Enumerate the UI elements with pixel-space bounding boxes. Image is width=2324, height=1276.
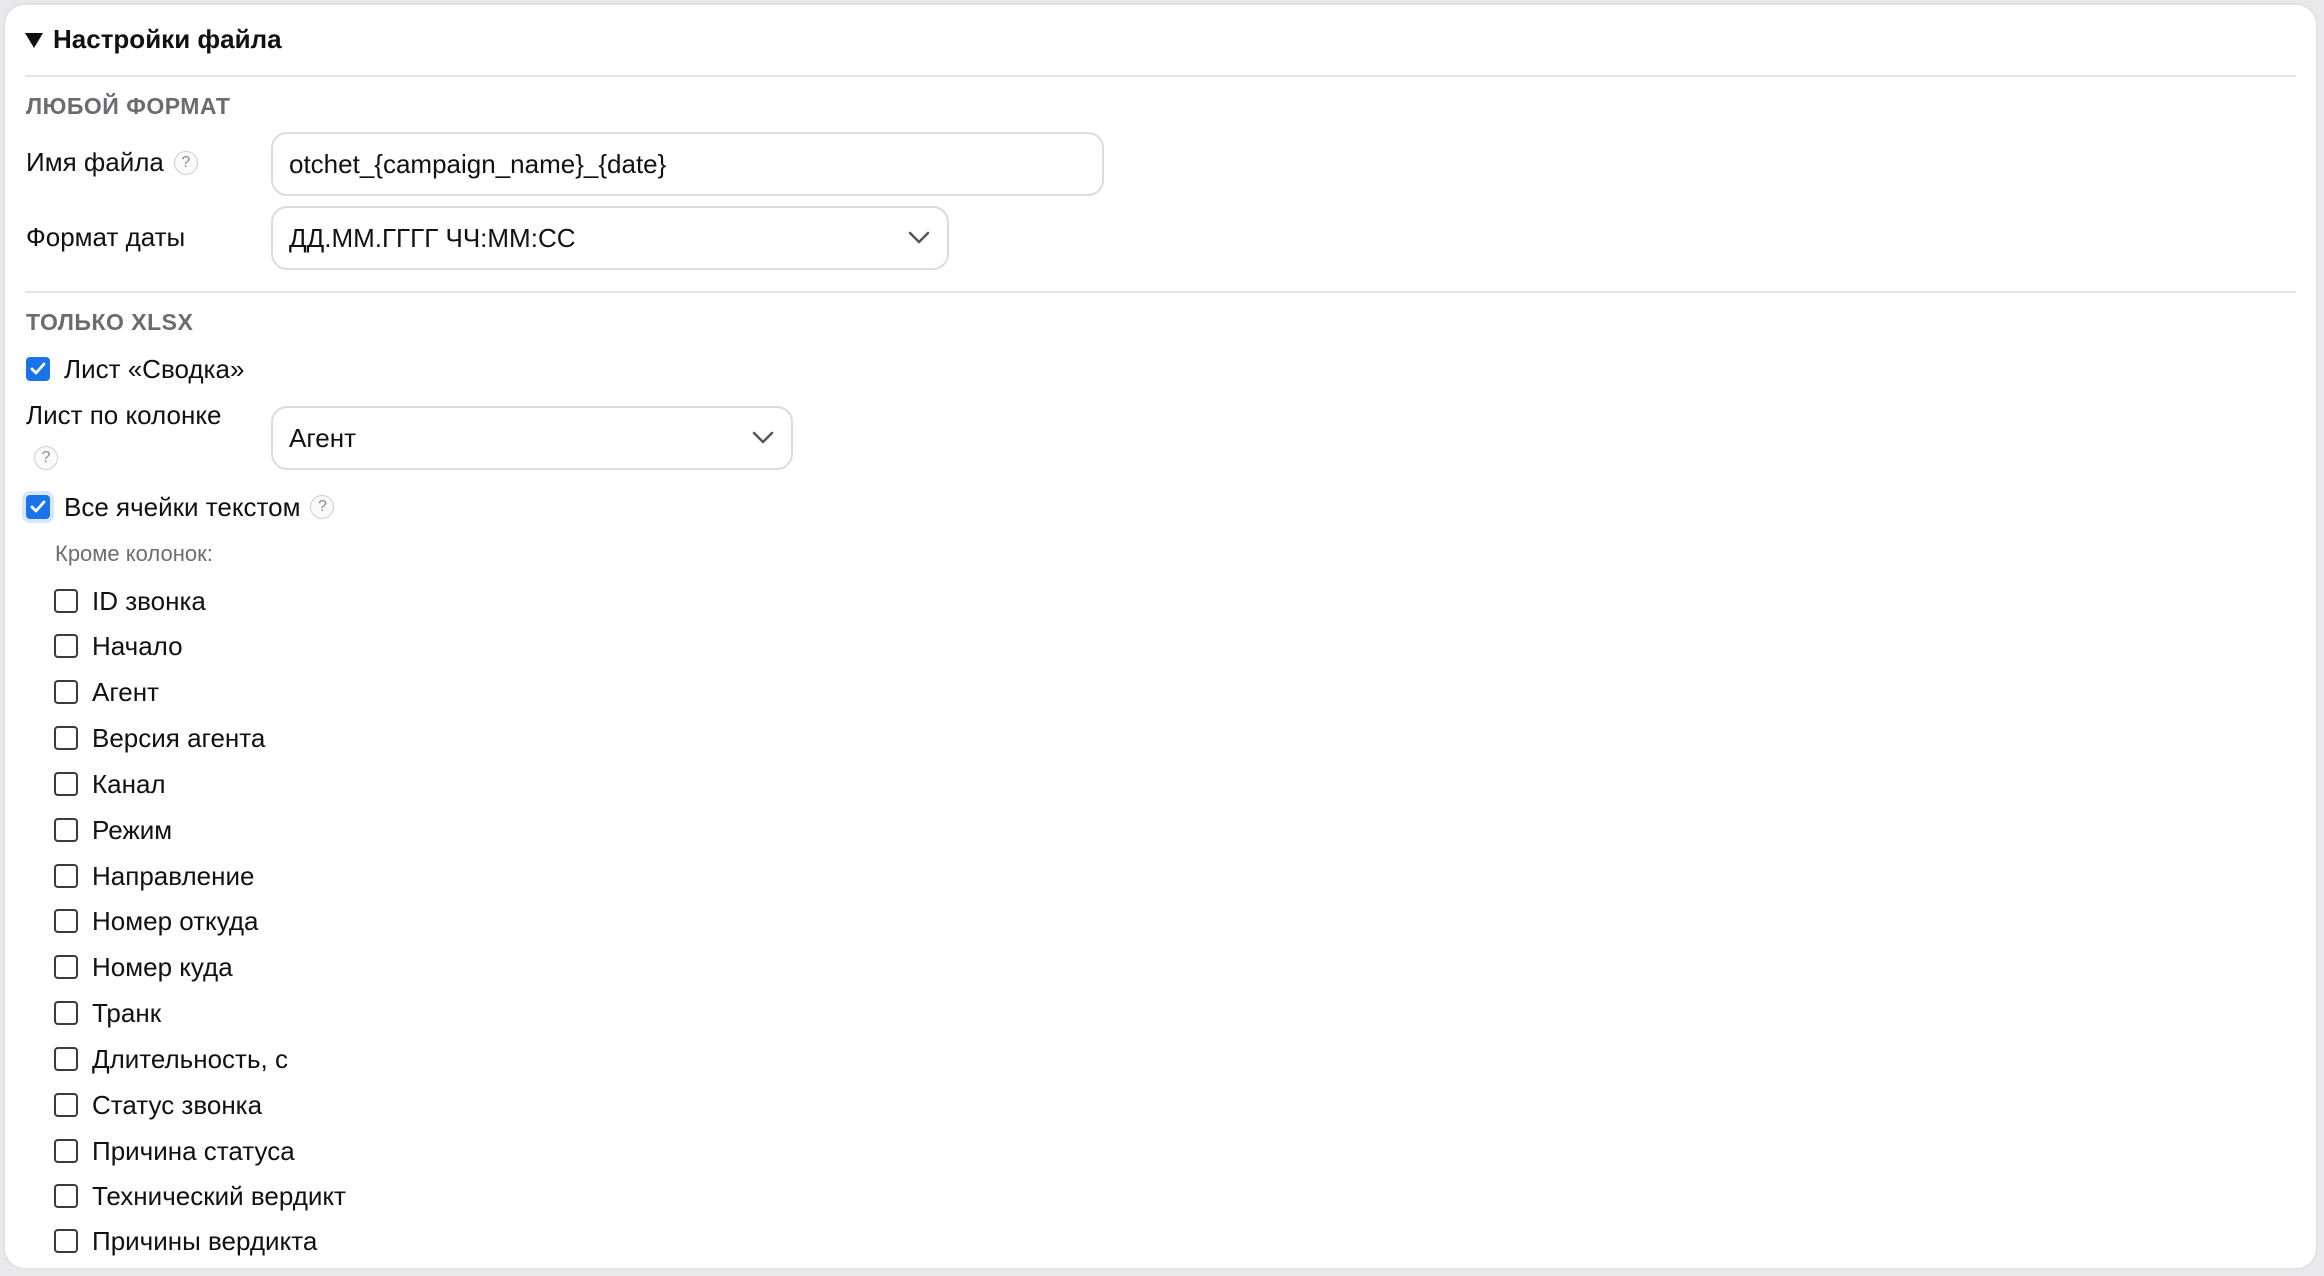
sheet-by-column-label: Лист по колонке: [26, 400, 221, 431]
column-option[interactable]: Агент: [54, 672, 159, 712]
section-title-xlsx-only: ТОЛЬКО XLSX: [26, 309, 194, 335]
column-option[interactable]: Начало: [54, 626, 183, 666]
filename-label: Имя файла ?: [26, 147, 198, 178]
column-label: Направление: [92, 860, 255, 891]
file-settings-toggle[interactable]: Настройки файла: [25, 19, 282, 59]
column-option[interactable]: Причина статуса: [54, 1131, 295, 1171]
divider: [25, 291, 2296, 293]
sheet-by-column-help-icon[interactable]: ?: [34, 446, 58, 470]
date-format-label-text: Формат даты: [26, 222, 186, 252]
file-settings-title: Настройки файла: [53, 23, 282, 54]
column-option[interactable]: Причины вердикта: [54, 1221, 317, 1261]
column-checkbox[interactable]: [54, 772, 78, 796]
column-option[interactable]: Версия агента: [54, 718, 265, 758]
summary-sheet-checkbox[interactable]: [26, 357, 50, 381]
date-format-select[interactable]: ДД.ММ.ГГГГ ЧЧ:ММ:СС: [271, 206, 949, 270]
column-checkbox[interactable]: [54, 909, 78, 933]
column-option[interactable]: Технический вердикт: [54, 1176, 346, 1216]
column-checkbox[interactable]: [54, 1047, 78, 1071]
column-checkbox[interactable]: [54, 1139, 78, 1163]
sheet-by-column-select[interactable]: Агент: [271, 406, 793, 470]
column-label: Причины вердикта: [92, 1225, 318, 1256]
sheet-by-column-value: Агент: [289, 422, 356, 453]
column-checkbox[interactable]: [54, 634, 78, 658]
column-option[interactable]: Номер куда: [54, 947, 233, 987]
summary-sheet-label: Лист «Сводка»: [64, 353, 245, 384]
filename-label-text: Имя файла: [26, 147, 164, 177]
all-text-help-icon[interactable]: ?: [310, 495, 335, 519]
filename-help-icon[interactable]: ?: [173, 150, 198, 175]
chevron-down-icon: [751, 426, 775, 450]
column-label: Длительность, с: [92, 1043, 288, 1074]
column-label: Номер куда: [92, 951, 233, 982]
all-text-checkbox[interactable]: [26, 495, 50, 519]
chevron-down-icon: [907, 226, 931, 250]
column-label: Канал: [92, 768, 166, 799]
column-label: Причина статуса: [92, 1135, 295, 1166]
column-checkbox[interactable]: [54, 1093, 78, 1117]
date-format-label: Формат даты: [26, 222, 185, 253]
column-option[interactable]: Режим: [54, 810, 172, 850]
column-option[interactable]: Канал: [54, 764, 166, 804]
triangle-down-icon: [25, 32, 43, 48]
column-option[interactable]: Направление: [54, 856, 254, 896]
column-option[interactable]: Номер откуда: [54, 901, 259, 941]
column-checkbox[interactable]: [54, 1001, 78, 1025]
date-format-value: ДД.ММ.ГГГГ ЧЧ:ММ:СС: [289, 222, 576, 253]
column-checkbox[interactable]: [54, 680, 78, 704]
column-option[interactable]: ID звонка: [54, 581, 206, 621]
column-label: Номер откуда: [92, 905, 259, 936]
column-option[interactable]: Длительность, с: [54, 1039, 288, 1079]
column-label: ID звонка: [92, 585, 206, 616]
all-text-option[interactable]: Все ячейки текстом ?: [26, 487, 335, 527]
column-option[interactable]: Статус звонка: [54, 1085, 262, 1125]
except-columns-label: Кроме колонок:: [55, 541, 213, 566]
file-settings-panel: Настройки файла ЛЮБОЙ ФОРМАТ Имя файла ?…: [3, 3, 2318, 1270]
column-label: Агент: [92, 676, 159, 707]
column-label: Транк: [92, 997, 162, 1028]
column-label: Режим: [92, 814, 173, 845]
column-label: Начало: [92, 630, 183, 661]
column-label: Версия агента: [92, 722, 266, 753]
summary-sheet-option[interactable]: Лист «Сводка»: [26, 349, 244, 389]
column-label: Технический вердикт: [92, 1180, 346, 1211]
filename-input[interactable]: [271, 132, 1104, 196]
divider: [25, 75, 2296, 77]
all-text-label: Все ячейки текстом: [64, 491, 301, 522]
column-checkbox[interactable]: [54, 589, 78, 613]
column-label: Статус звонка: [92, 1089, 263, 1120]
column-checkbox[interactable]: [54, 1229, 78, 1253]
column-checkbox[interactable]: [54, 818, 78, 842]
column-option[interactable]: Транк: [54, 993, 161, 1033]
column-checkbox[interactable]: [54, 864, 78, 888]
column-checkbox[interactable]: [54, 1184, 78, 1208]
sheet-by-column-label-text: Лист по колонке: [26, 400, 222, 430]
section-title-any-format: ЛЮБОЙ ФОРМАТ: [26, 93, 231, 119]
column-checkbox[interactable]: [54, 726, 78, 750]
column-checkbox[interactable]: [54, 955, 78, 979]
